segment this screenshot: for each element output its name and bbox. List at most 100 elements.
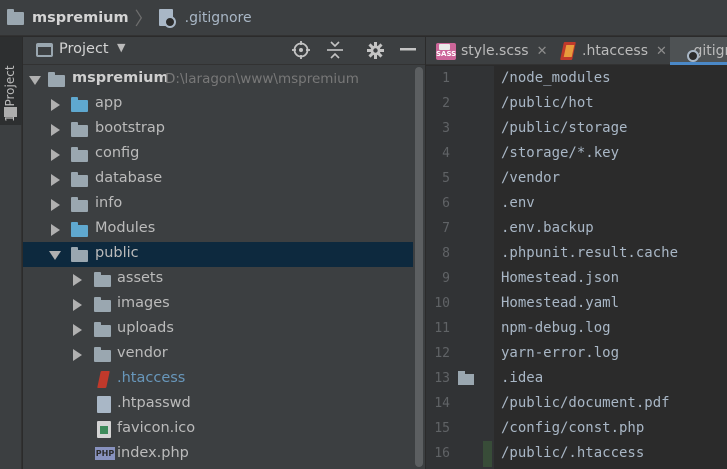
folder-icon[interactable] — [458, 371, 474, 385]
tree-item-folder[interactable]: bootstrap — [23, 117, 413, 142]
breadcrumb-project[interactable]: mspremium — [0, 0, 129, 36]
minimize-icon — [400, 48, 416, 51]
tree-item-file[interactable]: .htpasswd — [23, 392, 413, 417]
tree-item-label: config — [95, 145, 140, 161]
chevron-down-icon[interactable] — [49, 251, 61, 260]
line-number: 16 — [434, 446, 450, 461]
sass-file-icon: SASS — [436, 42, 456, 60]
vcs-change-marker[interactable] — [483, 441, 492, 467]
chevron-right-icon[interactable] — [51, 174, 60, 186]
line-number: 6 — [442, 196, 450, 211]
chevron-down-icon[interactable] — [29, 76, 41, 85]
code-editor[interactable]: /node_modules /public/hot /public/storag… — [494, 66, 727, 469]
tree-item-folder[interactable]: app — [23, 92, 413, 117]
folder-icon — [4, 107, 17, 117]
code-line: yarn-error.log — [501, 345, 620, 361]
project-view-selector[interactable]: Project — [59, 41, 109, 57]
settings-button[interactable] — [364, 39, 386, 61]
folder-icon — [7, 9, 24, 25]
code-line: Homestead.yaml — [501, 295, 620, 311]
chevron-right-icon[interactable] — [51, 224, 60, 236]
line-number: 8 — [442, 246, 450, 261]
tree-item-file[interactable]: .htaccess — [23, 367, 413, 392]
chevron-right-icon[interactable] — [73, 299, 82, 311]
project-tool-tab[interactable]: 1: Project — [0, 37, 22, 125]
tree-item-folder[interactable]: uploads — [23, 317, 413, 342]
folder-icon — [71, 172, 88, 187]
folder-icon — [94, 322, 111, 337]
chevron-right-icon[interactable] — [73, 274, 82, 286]
code-line: .phpunit.result.cache — [501, 245, 679, 261]
code-line: .idea — [501, 370, 544, 386]
tree-item-label: app — [95, 95, 123, 111]
folder-icon — [71, 247, 88, 262]
code-line: /public/document.pdf — [501, 395, 670, 411]
tree-item-folder[interactable]: info — [23, 192, 413, 217]
project-panel-header: Project ▼ — [23, 37, 425, 65]
tree-item-label: .htaccess — [117, 370, 186, 386]
chevron-right-icon[interactable] — [51, 99, 60, 111]
code-line: /public/storage — [501, 120, 628, 136]
tree-item-folder-selected[interactable]: public — [23, 242, 413, 267]
gear-icon — [366, 41, 384, 59]
tab-htaccess[interactable]: .htaccess ✕ — [560, 37, 667, 65]
tree-item-label: .htpasswd — [117, 395, 191, 411]
editor-tabs: SASS style.scss ✕ .htaccess ✕ .gitignore — [426, 37, 727, 65]
dropdown-arrow-icon[interactable]: ▼ — [117, 41, 125, 54]
tree-item-folder[interactable]: database — [23, 167, 413, 192]
tree-item-file[interactable]: PHP index.php — [23, 442, 413, 467]
tree-item-folder[interactable]: config — [23, 142, 413, 167]
tool-window-strip: 1: Project — [0, 37, 22, 469]
tree-item-label: vendor — [117, 345, 168, 361]
editor-gutter: 1 2 3 4 5 6 7 8 9 10 11 12 13 14 15 16 — [426, 66, 494, 469]
chevron-right-icon[interactable] — [51, 124, 60, 136]
chevron-right-icon[interactable] — [51, 149, 60, 161]
code-line: /node_modules — [501, 70, 611, 86]
tab-label: .htaccess — [582, 43, 648, 59]
close-icon[interactable]: ✕ — [656, 44, 667, 59]
tree-item-label: images — [117, 295, 170, 311]
tree-item-folder[interactable]: assets — [23, 267, 413, 292]
tree-item-label: mspremium — [72, 70, 169, 86]
tree-item-root[interactable]: mspremium D:\laragon\www\mspremium — [23, 67, 413, 92]
text-file-icon — [97, 396, 111, 413]
tree-item-label: index.php — [117, 445, 189, 461]
folder-icon — [48, 72, 65, 87]
breadcrumb-file[interactable]: .gitignore — [153, 0, 252, 36]
code-line: npm-debug.log — [501, 320, 611, 336]
breadcrumb-file-label: .gitignore — [184, 9, 252, 26]
php-file-icon: PHP — [95, 447, 115, 460]
tree-item-folder[interactable]: Modules — [23, 217, 413, 242]
code-line: Homestead.json — [501, 270, 620, 286]
tab-style-scss[interactable]: SASS style.scss ✕ — [436, 37, 548, 65]
line-number: 9 — [442, 271, 450, 286]
tree-item-folder[interactable]: vendor — [23, 342, 413, 367]
line-number: 11 — [434, 321, 450, 336]
project-panel-scrollbar[interactable] — [413, 67, 425, 469]
folder-icon — [71, 97, 88, 112]
hide-panel-button[interactable] — [397, 39, 419, 61]
tree-item-file[interactable]: favicon.ico — [23, 417, 413, 442]
line-number: 15 — [434, 421, 450, 436]
breadcrumb-separator-icon: 〉 — [134, 8, 153, 30]
chevron-right-icon[interactable] — [73, 349, 82, 361]
locate-file-button[interactable] — [290, 39, 312, 61]
breadcrumb-project-label: mspremium — [32, 9, 129, 26]
collapse-all-button[interactable] — [324, 39, 346, 61]
code-line: .env.backup — [501, 220, 594, 236]
tree-item-label: bootstrap — [95, 120, 165, 136]
tree-item-folder[interactable]: images — [23, 292, 413, 317]
close-icon[interactable]: ✕ — [537, 44, 548, 59]
code-line: /config/const.php — [501, 420, 645, 436]
chevron-right-icon[interactable] — [73, 324, 82, 336]
tab-label: style.scss — [461, 43, 529, 59]
line-number: 3 — [442, 121, 450, 136]
line-number: 4 — [442, 146, 450, 161]
chevron-right-icon[interactable] — [51, 199, 60, 211]
line-number: 1 — [442, 71, 450, 86]
line-number: 13 — [434, 371, 450, 386]
code-line: .env — [501, 195, 535, 211]
scrollbar-thumb[interactable] — [415, 67, 423, 467]
tree-item-label: assets — [117, 270, 164, 286]
tab-gitignore[interactable]: .gitignore — [670, 37, 727, 65]
